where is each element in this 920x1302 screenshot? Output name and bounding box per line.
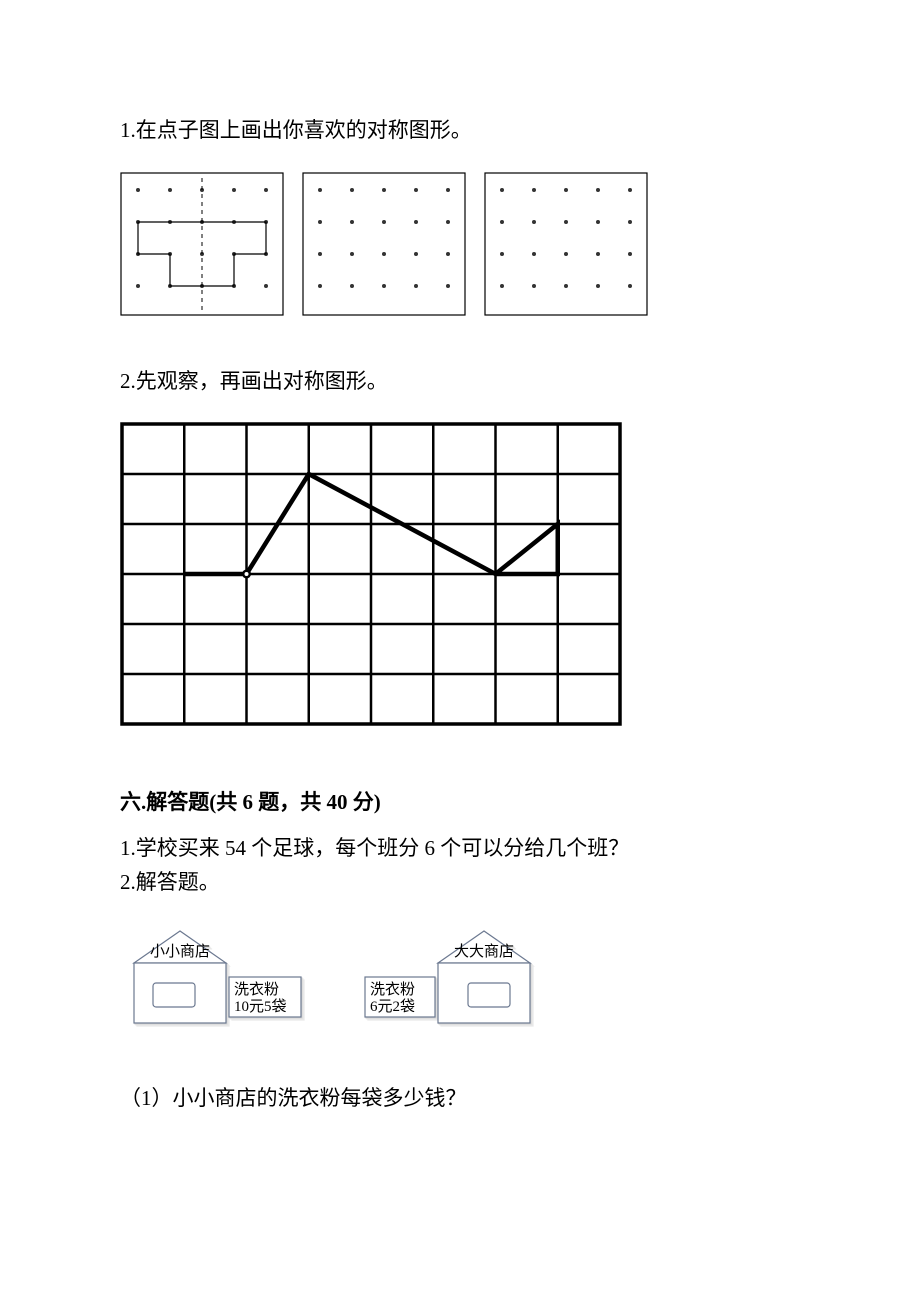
stores-row: 小小商店 洗衣粉 10元5袋 大大商店 洗衣粉 6元2袋 bbox=[120, 928, 800, 1038]
section-6-q1: 1.学校买来 54 个足球，每个班分 6 个可以分给几个班？ bbox=[120, 833, 800, 865]
store-1-line2: 10元5袋 bbox=[234, 998, 287, 1015]
dot-grid-3 bbox=[484, 172, 648, 316]
question-2-text: 2.先观察，再画出对称图形。 bbox=[120, 366, 800, 398]
section-6-header: 六.解答题(共 6 题，共 40 分) bbox=[120, 787, 800, 819]
question-1-text: 1.在点子图上画出你喜欢的对称图形。 bbox=[120, 115, 800, 147]
store-1-line1: 洗衣粉 bbox=[234, 981, 279, 998]
store-1: 小小商店 洗衣粉 10元5袋 bbox=[120, 928, 305, 1028]
symmetry-grid-figure bbox=[120, 422, 800, 737]
store-2-line1: 洗衣粉 bbox=[370, 981, 415, 998]
store-2: 大大商店 洗衣粉 6元2袋 bbox=[360, 928, 545, 1028]
dot-grid-2 bbox=[302, 172, 466, 316]
dot-grid-1 bbox=[120, 172, 284, 316]
sub-question-1: （1）小小商店的洗衣粉每袋多少钱？ bbox=[120, 1083, 800, 1115]
dot-grid-row bbox=[120, 172, 800, 316]
store-2-name: 大大商店 bbox=[454, 943, 514, 960]
section-6-q2: 2.解答题。 bbox=[120, 867, 800, 899]
store-1-name: 小小商店 bbox=[150, 943, 210, 960]
store-2-line2: 6元2袋 bbox=[370, 998, 415, 1015]
